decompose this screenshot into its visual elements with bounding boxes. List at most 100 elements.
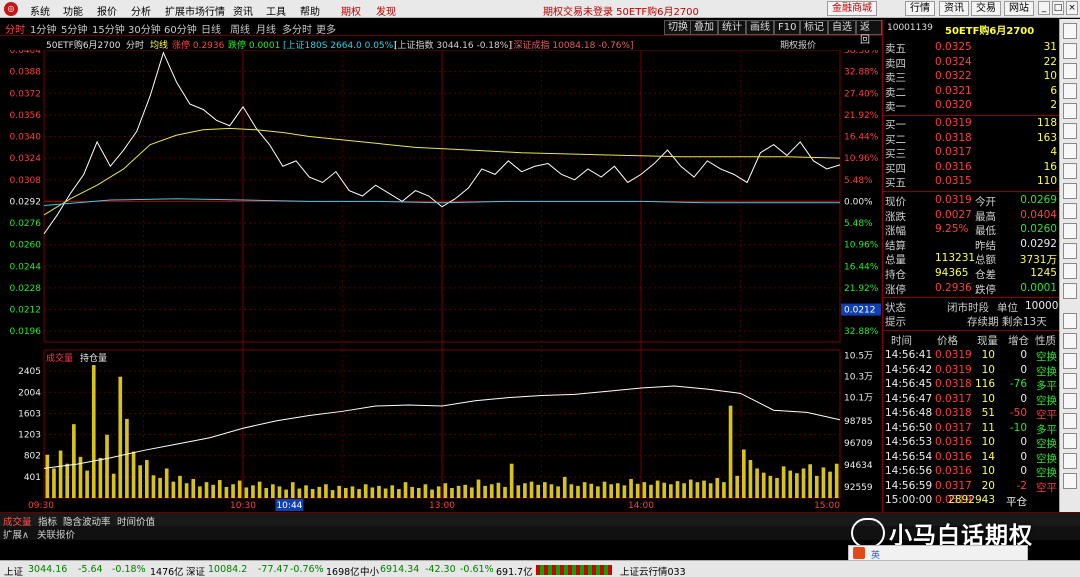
- status-sh-amount: 1476亿: [150, 567, 184, 577]
- side-tool-icon[interactable]: [1063, 223, 1077, 239]
- period-monthly[interactable]: 月线: [256, 21, 276, 36]
- unit-value: 10000: [1025, 300, 1059, 312]
- menu-system[interactable]: 系统: [30, 3, 50, 18]
- menu-discover[interactable]: 发现: [376, 3, 396, 18]
- tab-related-quote[interactable]: 关联报价: [37, 527, 75, 541]
- side-tool-icon[interactable]: [1063, 63, 1077, 79]
- tick-type: 多平: [1036, 423, 1057, 436]
- tick-price: 0.0318: [935, 407, 972, 419]
- menu-options[interactable]: 期权: [341, 3, 361, 18]
- side-tool-icon[interactable]: [1063, 83, 1077, 99]
- side-tool-icon[interactable]: [1063, 353, 1077, 369]
- toolbar-overlay[interactable]: 叠加: [690, 20, 718, 35]
- news-button[interactable]: 资讯: [939, 1, 969, 16]
- volume-bar: [669, 484, 673, 498]
- tab-extend[interactable]: 扩展∧: [3, 527, 29, 541]
- market-button[interactable]: 行情: [905, 1, 935, 16]
- menu-function[interactable]: 功能: [63, 3, 83, 18]
- toolbar-stats[interactable]: 统计: [718, 20, 746, 35]
- tick-row[interactable]: 14:56:53 0.0316 10 0 空换: [883, 436, 1059, 450]
- period-weekly[interactable]: 周线: [230, 21, 250, 36]
- tick-row[interactable]: 15:00:00 0.0319 2892943 平仓: [883, 494, 1059, 508]
- bid-row[interactable]: 买五 0.0315 110: [883, 175, 1059, 189]
- period-60min[interactable]: 60分钟: [164, 21, 197, 36]
- tick-row[interactable]: 14:56:42 0.0319 10 0 空换: [883, 364, 1059, 378]
- toolbar-draw[interactable]: 画线: [746, 20, 774, 35]
- wechat-logo-icon: [851, 518, 885, 548]
- period-more[interactable]: 更多: [316, 21, 336, 36]
- side-tool-icon[interactable]: [1063, 283, 1077, 299]
- menu-ext-market[interactable]: 扩展市场行情: [165, 3, 225, 18]
- tick-row[interactable]: 14:56:48 0.0318 51 -50 空平: [883, 407, 1059, 421]
- ask-row[interactable]: 卖一 0.0320 2: [883, 99, 1059, 113]
- minimize-icon[interactable]: _: [1038, 1, 1050, 15]
- side-tool-icon[interactable]: [1063, 43, 1077, 59]
- intraday-chart[interactable]: 0.0404 38.36% 0.0388 32.88% 0.0372 27.40% 0.03…: [0, 50, 882, 512]
- stat-row: 结算 昨结 0.0292: [883, 238, 1059, 252]
- bid-row[interactable]: 买三 0.0317 4: [883, 146, 1059, 160]
- ime-toolbar[interactable]: 英: [848, 545, 1028, 561]
- trade-button[interactable]: 交易: [971, 1, 1001, 16]
- ask-row[interactable]: 卖二 0.0321 6: [883, 85, 1059, 99]
- menu-tools[interactable]: 工具: [266, 3, 286, 18]
- period-30min[interactable]: 30分钟: [128, 21, 161, 36]
- ask-row[interactable]: 卖三 0.0322 10: [883, 70, 1059, 84]
- tick-row[interactable]: 14:56:41 0.0319 10 0 空换: [883, 349, 1059, 363]
- toolbar-watchlist[interactable]: 自选: [828, 20, 856, 35]
- menu-help[interactable]: 帮助: [300, 3, 320, 18]
- period-daily[interactable]: 日线: [201, 21, 221, 36]
- side-tool-icon[interactable]: [1063, 123, 1077, 139]
- maximize-icon[interactable]: □: [1052, 1, 1064, 15]
- period-multi-intraday[interactable]: 多分时: [282, 21, 312, 36]
- side-tool-icon[interactable]: [1063, 163, 1077, 179]
- menu-news[interactable]: 资讯: [233, 3, 253, 18]
- side-tool-icon[interactable]: [1063, 453, 1077, 469]
- period-1min[interactable]: 1分钟: [30, 21, 56, 36]
- period-5min[interactable]: 5分钟: [61, 21, 87, 36]
- period-15min[interactable]: 15分钟: [92, 21, 125, 36]
- toolbar-mark[interactable]: 标记: [800, 20, 828, 35]
- tick-row[interactable]: 14:56:50 0.0317 11 -10 多平: [883, 422, 1059, 436]
- website-button[interactable]: 网站: [1004, 1, 1034, 16]
- ask-row[interactable]: 卖五 0.0325 31: [883, 41, 1059, 55]
- ask-row[interactable]: 卖四 0.0324 22: [883, 56, 1059, 70]
- side-tool-icon[interactable]: [1063, 243, 1077, 259]
- volume-bar: [509, 463, 514, 498]
- side-tool-icon[interactable]: [1063, 433, 1077, 449]
- bid-row[interactable]: 买四 0.0316 16: [883, 161, 1059, 175]
- menu-quote[interactable]: 报价: [97, 3, 117, 18]
- side-tool-icon[interactable]: [1063, 23, 1077, 39]
- side-tool-icon[interactable]: [1063, 103, 1077, 119]
- tick-row[interactable]: 14:56:45 0.0318 116 -76 多平: [883, 378, 1059, 392]
- status-sz-pct: -0.76%: [290, 564, 324, 575]
- toolbar-f10[interactable]: F10: [774, 20, 801, 35]
- stat-row: 现价 0.0319 今开 0.0269: [883, 194, 1059, 208]
- side-tool-icon[interactable]: [1063, 393, 1077, 409]
- pct-tick-label: 21.92%: [844, 284, 879, 294]
- period-intraday[interactable]: 分时: [5, 21, 25, 36]
- finance-mall-button[interactable]: 金融商城: [827, 1, 877, 16]
- volume-bar: [198, 486, 202, 498]
- tick-row[interactable]: 14:56:59 0.0317 20 -2 空平: [883, 480, 1059, 494]
- side-tool-icon[interactable]: [1063, 473, 1077, 489]
- side-tool-icon[interactable]: [1063, 143, 1077, 159]
- menu-analysis[interactable]: 分析: [131, 3, 151, 18]
- ime-mode[interactable]: 英: [871, 548, 880, 561]
- side-tool-icon[interactable]: [1063, 203, 1077, 219]
- tick-row[interactable]: 14:56:54 0.0316 14 0 空换: [883, 451, 1059, 465]
- side-tool-icon[interactable]: [1063, 373, 1077, 389]
- side-tool-icon[interactable]: [1063, 263, 1077, 279]
- bid-row[interactable]: 买一 0.0319 118: [883, 117, 1059, 131]
- side-tool-icon[interactable]: [1063, 313, 1077, 329]
- toolbar-switch[interactable]: 切换: [664, 20, 692, 35]
- toolbar-back[interactable]: 返回: [856, 20, 882, 46]
- side-tool-icon[interactable]: [1063, 413, 1077, 429]
- close-icon[interactable]: ×: [1066, 1, 1078, 15]
- side-tool-icon[interactable]: [1063, 183, 1077, 199]
- bid-row[interactable]: 买二 0.0318 163: [883, 132, 1059, 146]
- tick-row[interactable]: 14:56:47 0.0317 10 0 空换: [883, 393, 1059, 407]
- tick-row[interactable]: 14:56:56 0.0316 10 0 空换: [883, 465, 1059, 479]
- side-tool-icon[interactable]: [1063, 333, 1077, 349]
- volume-bar: [290, 482, 295, 498]
- volume-bar: [125, 418, 129, 498]
